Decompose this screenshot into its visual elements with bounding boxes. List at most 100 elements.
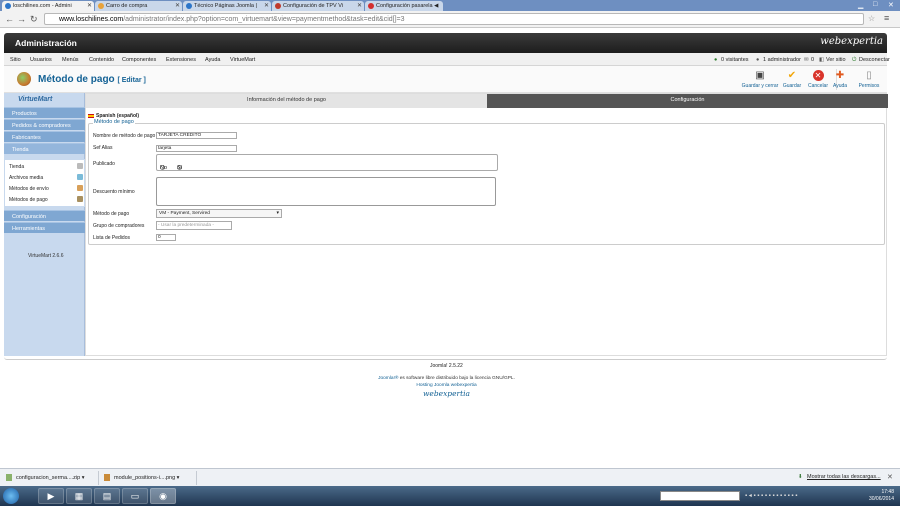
tab-label: Configuración de TPV Vi — [283, 3, 344, 9]
download-separator — [196, 471, 197, 485]
menu-icon[interactable]: ≡ — [884, 13, 889, 23]
messages-icon[interactable]: ✉ — [804, 57, 809, 63]
close-download-bar-icon[interactable]: ✕ — [887, 473, 893, 481]
browser-tab[interactable]: Configuración pasarela ◀ — [365, 1, 443, 11]
folder-icon[interactable]: ▭ — [122, 488, 148, 504]
menu-item-componentes[interactable]: Componentes — [122, 57, 156, 63]
close-tab-icon[interactable]: ✕ — [175, 2, 180, 9]
sidebar-group-productos[interactable]: Productos — [4, 107, 85, 118]
media-player-icon[interactable]: ▶ — [38, 488, 64, 504]
checkmark-icon: ✔ — [787, 70, 797, 81]
menu-item-ayuda[interactable]: Ayuda — [205, 57, 221, 63]
menu-item-contenido[interactable]: Contenido — [89, 57, 114, 63]
help-label: Ayuda — [832, 83, 848, 89]
tray-icons[interactable]: ▪ ◂ ▪ ▪ ▪ ▪ ▪ ▪ ▪ ▪ ▪ ▪ ▪ ▪ — [745, 492, 797, 499]
close-window-icon[interactable]: ✕ — [888, 1, 894, 9]
permissions-label: Permisos — [858, 83, 880, 89]
taskbar-search-field[interactable] — [660, 491, 740, 501]
description-textarea[interactable] — [156, 177, 496, 206]
sidebar-submenu: Tienda Archivos media Métodos de envío M… — [4, 159, 85, 207]
alias-input[interactable]: tarjeta — [156, 145, 237, 152]
menu-item-menus[interactable]: Menús — [62, 57, 79, 63]
url-path: /administrator/index.php?option=com_virt… — [123, 16, 405, 23]
download-item-png[interactable]: module_positions-i....png ▾ — [104, 474, 179, 481]
edit-form-panel: Información del método de pago Configura… — [85, 93, 888, 356]
maximize-icon[interactable]: □ — [873, 1, 877, 8]
virtuemart-sidebar: VirtueMart Productos Pedidos & comprador… — [4, 93, 85, 356]
sidebar-group-tienda[interactable]: Tienda — [4, 143, 85, 154]
url-input[interactable]: www.loschilines.com/administrator/index.… — [44, 13, 864, 25]
browser-tab-bar: loschilines.com - Admini ✕ Carro de compr… — [0, 0, 900, 11]
clock-date: 30/06/2014 — [868, 496, 894, 502]
cancel-icon: ✕ — [812, 70, 824, 81]
sidebar-group-pedidos[interactable]: Pedidos & compradores — [4, 119, 85, 130]
joomla-link[interactable]: Joomla!® — [378, 376, 398, 381]
show-all-downloads-link[interactable]: Mostrar todas las descargas... — [807, 474, 881, 480]
back-icon[interactable]: ← — [5, 14, 14, 24]
sidebar-item-envio[interactable]: Métodos de envío — [9, 185, 85, 192]
select-value: VM - Payment, Servired — [159, 211, 210, 216]
download-item-zip[interactable]: configuracion_serma....zip ▾ — [6, 474, 85, 481]
permissions-icon: ▯ — [866, 70, 872, 81]
explorer-icon[interactable]: ▤ — [94, 488, 120, 504]
payment-method-icon — [17, 72, 31, 86]
cancel-button[interactable]: ✕ Cancelar — [806, 70, 830, 89]
browser-tab[interactable]: loschilines.com - Admini ✕ — [2, 1, 94, 11]
close-tab-icon[interactable]: ✕ — [357, 2, 362, 9]
admin-header: Administración webexpertia — [4, 33, 887, 53]
forward-icon[interactable]: → — [17, 14, 26, 24]
close-tab-icon[interactable]: ✕ — [87, 2, 92, 9]
admin-user-icon: ● — [756, 57, 760, 63]
url-domain: www.loschilines.com — [59, 16, 124, 23]
license-text: Joomla!® es software libre distribuido b… — [0, 376, 893, 381]
sidebar-item-label: Tienda — [9, 164, 25, 170]
admin-top-menu: Sitio Usuarios Menús Contenido Component… — [4, 53, 890, 66]
permissions-button[interactable]: ▯ Permisos — [856, 70, 882, 89]
save-close-button[interactable]: ▣ Guardar y cerrar — [740, 70, 780, 89]
description-label: Descuento mínimo — [93, 189, 135, 195]
favicon-icon — [186, 3, 192, 9]
sidebar-item-pago[interactable]: Métodos de pago — [9, 196, 85, 203]
sidebar-item-label: Métodos de envío — [9, 186, 49, 192]
app-icon[interactable]: ▦ — [66, 488, 92, 504]
payment-method-select[interactable]: VM - Payment, Servired ▾ — [156, 209, 282, 218]
sidebar-item-label: Archivos media — [9, 175, 44, 181]
footer-webexpertia-logo: webexpertia — [422, 389, 471, 398]
close-tab-icon[interactable]: ✕ — [264, 2, 269, 9]
menu-item-sitio[interactable]: Sitio — [10, 57, 21, 63]
hosting-link[interactable]: Hosting Joomla webexpertia — [0, 383, 893, 388]
view-site-link[interactable]: Ver sitio — [826, 57, 846, 63]
sidebar-group-fabricantes[interactable]: Fabricantes — [4, 131, 85, 142]
browser-tab[interactable]: Técnico Páginas Joomla | ✕ — [183, 1, 271, 11]
favicon-icon — [275, 3, 281, 9]
messages-count[interactable]: 0 — [811, 57, 814, 63]
reload-icon[interactable]: ↻ — [30, 14, 38, 25]
save-button[interactable]: ✔ Guardar — [781, 70, 803, 89]
name-input[interactable]: TARJETA CREDITO — [156, 132, 237, 139]
menu-item-extensiones[interactable]: Extensiones — [166, 57, 196, 63]
view-site-icon: ◧ — [819, 57, 825, 63]
order-label: Lista de Pedidos — [93, 235, 130, 241]
name-label: Nombre de método de pago — [93, 133, 156, 139]
menu-item-virtuemart[interactable]: VirtueMart — [230, 57, 255, 63]
page-title-text: Método de pago — [38, 74, 115, 85]
start-button[interactable] — [3, 488, 19, 504]
tab-configuracion[interactable]: Configuración — [487, 94, 888, 108]
tab-label: loschilines.com - Admini — [13, 3, 72, 9]
system-clock[interactable]: 17:48 30/06/2014 — [860, 489, 894, 503]
minimize-icon[interactable]: ▁ — [858, 1, 863, 9]
browser-tab[interactable]: Carro de compra ✕ — [95, 1, 182, 11]
menu-item-usuarios[interactable]: Usuarios — [30, 57, 52, 63]
order-input[interactable]: 0 — [156, 234, 176, 241]
chrome-icon[interactable]: ◉ — [150, 488, 176, 504]
sidebar-group-herramientas[interactable]: Herramientas — [4, 222, 85, 233]
sidebar-item-tienda[interactable]: Tienda — [9, 163, 85, 170]
bookmark-star-icon[interactable]: ☆ — [868, 14, 875, 23]
browser-tab[interactable]: Configuración de TPV Vi ✕ — [272, 1, 364, 11]
sidebar-item-media[interactable]: Archivos media — [9, 174, 85, 181]
help-button[interactable]: ✚ Ayuda — [832, 70, 848, 89]
shopper-group-input[interactable]: - Usar la predeterminada - — [156, 221, 232, 230]
sidebar-group-configuracion[interactable]: Configuración — [4, 210, 85, 221]
tab-info[interactable]: Información del método de pago — [86, 94, 487, 108]
logout-link[interactable]: Desconectar — [859, 57, 890, 63]
